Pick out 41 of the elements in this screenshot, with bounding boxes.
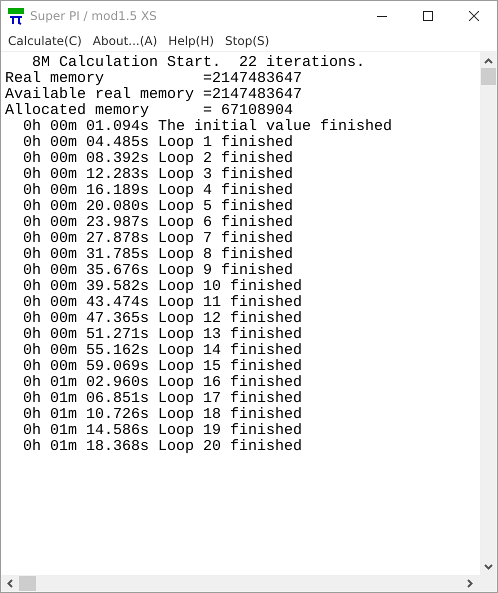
scroll-left-icon bbox=[7, 579, 13, 588]
scroll-thumb[interactable] bbox=[481, 68, 496, 85]
close-icon bbox=[469, 11, 479, 21]
menu-item[interactable]: Calculate(C) bbox=[4, 34, 89, 48]
window-title: Super PI / mod1.5 XS bbox=[30, 9, 158, 23]
scroll-up-icon bbox=[484, 58, 493, 64]
console-line: 0h 00m 51.271s Loop 13 finished bbox=[22, 327, 304, 343]
console-line: Allocated memory = 67108904 bbox=[5, 103, 294, 119]
console-line: 0h 00m 27.878s Loop 7 finished bbox=[22, 231, 294, 247]
scroll-thumb[interactable] bbox=[19, 576, 36, 591]
console-line: 0h 00m 39.582s Loop 10 finished bbox=[22, 279, 304, 295]
console-line: 0h 00m 12.283s Loop 3 finished bbox=[22, 167, 294, 183]
console-line: 0h 01m 18.368s Loop 20 finished bbox=[22, 439, 304, 455]
console-line: 0h 01m 06.851s Loop 17 finished bbox=[22, 391, 304, 407]
console-line: 8M Calculation Start. 22 iterations. bbox=[31, 55, 366, 71]
maximize-icon bbox=[423, 11, 433, 21]
console-line: 0h 00m 08.392s Loop 2 finished bbox=[22, 151, 294, 167]
console-line: 0h 00m 35.676s Loop 9 finished bbox=[22, 263, 294, 279]
console-line: 0h 00m 04.485s Loop 1 finished bbox=[22, 135, 294, 151]
console-line: 0h 00m 55.162s Loop 14 finished bbox=[22, 343, 304, 359]
app-logo-icon bbox=[8, 8, 24, 24]
menu-item[interactable]: About...(A) bbox=[88, 34, 164, 48]
console-line: 0h 01m 14.586s Loop 19 finished bbox=[22, 423, 304, 439]
horizontal-scrollbar[interactable] bbox=[1, 575, 497, 592]
console-line: 0h 00m 01.094s The initial value finished bbox=[22, 119, 394, 135]
menu-item[interactable]: Stop(S) bbox=[221, 34, 276, 48]
console-line: 0h 00m 47.365s Loop 12 finished bbox=[22, 311, 304, 327]
console-line: Available real memory =2147483647 bbox=[5, 87, 304, 103]
scroll-right-icon bbox=[467, 579, 473, 588]
console-line: 0h 00m 59.069s Loop 15 finished bbox=[22, 359, 304, 375]
console-line: 0h 01m 10.726s Loop 18 finished bbox=[22, 407, 304, 423]
console-line: 0h 00m 31.785s Loop 8 finished bbox=[22, 247, 294, 263]
console-line: 0h 00m 43.474s Loop 11 finished bbox=[22, 295, 304, 311]
console-line: 0h 00m 20.080s Loop 5 finished bbox=[22, 199, 294, 215]
console-line: 0h 00m 16.189s Loop 4 finished bbox=[22, 183, 294, 199]
scroll-down-icon bbox=[484, 564, 493, 570]
console-line: 0h 01m 02.960s Loop 16 finished bbox=[22, 375, 304, 391]
console-line: 0h 00m 23.987s Loop 6 finished bbox=[22, 215, 294, 231]
vertical-scrollbar[interactable] bbox=[480, 52, 497, 575]
console-line: Real memory =2147483647 bbox=[5, 71, 304, 87]
menu-item[interactable]: Help(H) bbox=[164, 34, 222, 48]
